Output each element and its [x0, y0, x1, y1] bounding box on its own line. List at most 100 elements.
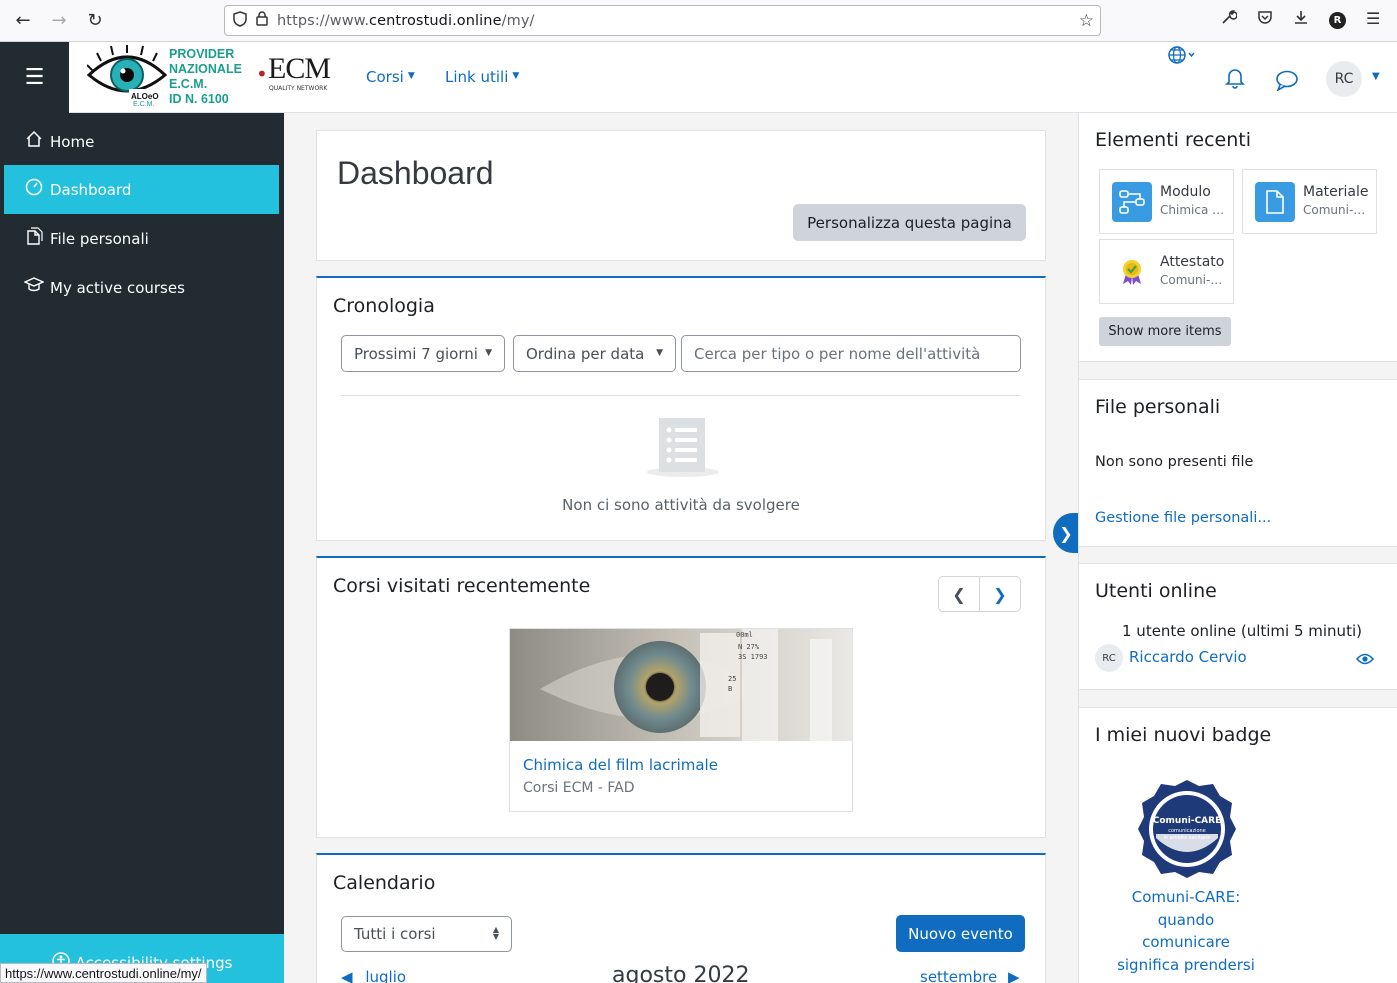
timeline-title: Cronologia — [333, 295, 435, 317]
course-filter-label: Tutti i corsi — [354, 925, 436, 943]
recent-item-name: Attestato — [1160, 254, 1225, 270]
reload-icon[interactable]: ↻ — [77, 5, 113, 37]
show-more-items-button[interactable]: Show more items — [1099, 317, 1231, 346]
recent-item-name: Modulo — [1160, 184, 1211, 200]
chevron-down-icon: ▼ — [407, 71, 415, 81]
next-month-label: settembre — [920, 968, 998, 983]
link-status-tooltip: https://www.centrostudi.online/my/ — [0, 963, 207, 983]
right-drawer-toggle[interactable]: ❯ — [1053, 513, 1079, 553]
next-month-link[interactable]: settembre ▶ — [920, 968, 1020, 983]
bell-notification-icon[interactable] — [1225, 67, 1245, 94]
chevron-down-icon: ▼ — [656, 348, 663, 358]
online-user-link[interactable]: Riccardo Cervio — [1129, 648, 1247, 666]
badge-name-line: quando — [1157, 910, 1215, 929]
app-menu-icon[interactable]: ☰ — [1366, 9, 1380, 28]
files-icon — [24, 227, 44, 250]
url-bar[interactable]: https://www.centrostudi.online/my/ ☆ — [224, 5, 1101, 36]
browser-profile-icon[interactable]: R — [1329, 12, 1346, 29]
course-image[interactable]: 00ml N 27% 3S 1793 25 B — [510, 629, 852, 741]
private-files-title: File personali — [1095, 396, 1221, 418]
lock-icon[interactable] — [251, 11, 273, 30]
course-card[interactable]: 00ml N 27% 3S 1793 25 B Chimica del film lac… — [509, 628, 853, 812]
search-placeholder: Cerca per tipo o per nome dell'attività — [694, 344, 981, 363]
download-icon[interactable] — [1293, 9, 1309, 29]
provider-line: PROVIDER — [169, 47, 235, 61]
shield-icon[interactable] — [229, 10, 251, 31]
recent-item-name: Materiale — [1303, 184, 1369, 200]
forward-arrow-icon[interactable]: → — [41, 5, 77, 37]
manage-files-link[interactable]: Gestione file personali... — [1095, 510, 1271, 526]
pocket-icon[interactable] — [1257, 9, 1273, 29]
svg-text:B: B — [728, 685, 732, 693]
calendar-course-filter[interactable]: Tutti i corsi ▲ ▼ — [341, 916, 512, 952]
right-drawer: Elementi recenti Modulo Chimica del film… — [1078, 113, 1397, 983]
avatar[interactable]: RC — [1095, 644, 1123, 672]
bookmark-star-icon[interactable]: ☆ — [1079, 11, 1094, 31]
no-files-text: Non sono presenti file — [1095, 454, 1254, 470]
aloeo-text: ALOeO — [131, 92, 159, 101]
drawer-item-files[interactable]: File personali — [4, 214, 279, 263]
badge-name-line: comunicare — [1142, 933, 1230, 951]
recent-item-tile[interactable]: Attestato Comuni-CARE — [1099, 239, 1234, 304]
recent-courses-block: Corsi visitati recentemente ❮ ❯ 00ml N 2… — [316, 556, 1046, 838]
aloeo-logo[interactable]: ALOeO E.C.M. — [86, 45, 168, 111]
ecm-text: ECM — [268, 52, 331, 85]
user-avatar[interactable]: RC — [1326, 61, 1362, 97]
eye-icon[interactable] — [1355, 650, 1375, 669]
online-users-block: Utenti online 1 utente online (ultimi 5 … — [1079, 563, 1397, 690]
drawer-item-dashboard[interactable]: Dashboard — [4, 165, 279, 214]
recent-item-tile[interactable]: Modulo Chimica del film lacrimale — [1099, 169, 1234, 234]
menu-corsi-label: Corsi — [366, 68, 404, 86]
message-bubble-icon[interactable] — [1275, 69, 1299, 96]
provider-line: E.C.M. — [169, 77, 208, 91]
ecm-sub: QUALITY NETWORK — [269, 85, 328, 92]
wrench-icon[interactable] — [1221, 9, 1238, 29]
svg-text:25: 25 — [728, 675, 736, 683]
drawer-item-label: File personali — [50, 229, 149, 248]
badge-ring-sub: in ambito sanitario — [1163, 835, 1211, 841]
sort-label: Ordina per data — [526, 344, 645, 363]
customize-page-button[interactable]: Personalizza questa pagina — [793, 204, 1026, 241]
timeline-day-filter[interactable]: Prossimi 7 giorni ▼ — [341, 335, 505, 372]
timeline-empty-text: Non ci sono attività da svolgere — [562, 496, 800, 514]
menu-corsi[interactable]: Corsi ▼ — [366, 68, 415, 86]
globe-language-icon[interactable] — [1167, 45, 1195, 70]
chevron-down-icon[interactable]: ▼ — [1372, 71, 1380, 82]
back-arrow-icon[interactable]: ← — [5, 5, 41, 37]
timeline-search-input[interactable]: Cerca per tipo o per nome dell'attività — [681, 335, 1021, 372]
badges-block: I miei nuovi badge Comuni-CARE comunicaz… — [1079, 707, 1397, 983]
file-icon — [1255, 182, 1295, 222]
badges-title: I miei nuovi badge — [1095, 724, 1272, 746]
svg-text:3S 1793: 3S 1793 — [738, 653, 768, 661]
badge-name-link[interactable]: Comuni-CARE: quando comunicare significa… — [1106, 886, 1266, 983]
drawer-item-label: Home — [50, 132, 95, 151]
course-name-link[interactable]: Chimica del film lacrimale — [523, 756, 718, 774]
drawer-item-label: Dashboard — [50, 180, 132, 199]
recent-courses-title: Corsi visitati recentemente — [333, 575, 591, 597]
new-event-button[interactable]: Nuovo evento — [896, 915, 1025, 952]
timeline-sort[interactable]: Ordina per data ▼ — [513, 335, 676, 372]
chevron-left-button[interactable]: ❮ — [939, 577, 980, 611]
provider-line: NAZIONALE — [169, 62, 242, 76]
workflow-icon — [1112, 182, 1152, 222]
recent-item-tile[interactable]: Materiale Comuni-CARE — [1242, 169, 1377, 234]
aloeo-sub: E.C.M. — [133, 101, 155, 108]
menu-link-utili[interactable]: Link utili ▼ — [445, 68, 519, 86]
badge-image[interactable]: Comuni-CARE comunicazione in ambito sani… — [1136, 778, 1238, 884]
prev-month-link[interactable]: ◀ luglio — [341, 968, 406, 983]
ecm-logo[interactable]: • ECM QUALITY NETWORK — [256, 52, 331, 92]
drawer-item-home[interactable]: Home — [4, 117, 279, 166]
chevron-right-button[interactable]: ❯ — [980, 577, 1020, 611]
drawer-item-active-courses[interactable]: My active courses — [4, 263, 279, 312]
course-category: Corsi ECM - FAD — [523, 780, 635, 796]
chevron-down-icon: ▼ — [512, 71, 520, 81]
carousel-controls: ❮ ❯ — [938, 576, 1021, 612]
badge-name-line: significa prendersi — [1117, 955, 1255, 974]
url-text[interactable]: https://www.centrostudi.online/my/ — [277, 13, 535, 29]
graduation-cap-icon — [23, 276, 45, 299]
hamburger-menu-icon[interactable]: ☰ — [0, 42, 69, 113]
online-users-title: Utenti online — [1095, 580, 1217, 602]
site-navbar: ☰ ALOeO E.C.M. PROVIDER NAZIONALE E.C.M.… — [0, 42, 1397, 113]
calendar-title: Calendario — [333, 872, 436, 894]
triangle-left-icon: ◀ — [341, 968, 353, 983]
